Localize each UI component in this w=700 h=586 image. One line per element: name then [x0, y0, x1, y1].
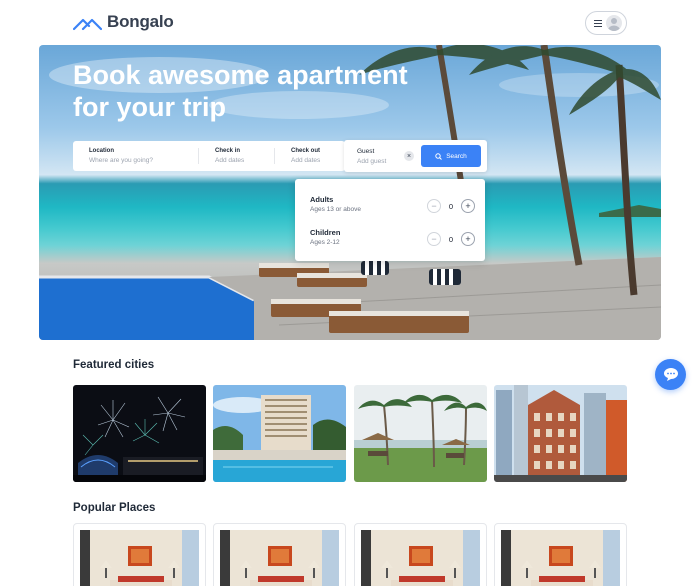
city-image-fireworks [73, 385, 206, 482]
place-card[interactable] [494, 523, 627, 586]
place-card[interactable] [213, 523, 346, 586]
chat-button[interactable] [655, 359, 686, 390]
adults-increment-button[interactable]: + [461, 199, 475, 213]
logo-text: Bongalo [107, 12, 174, 31]
search-button-label: Search [446, 152, 467, 160]
hero-title: Book awesome apartment for your trip [73, 60, 408, 122]
checkin-label: Check in [215, 148, 241, 154]
featured-cities-title: Featured cities [73, 359, 155, 371]
children-stepper: − 0 + [427, 232, 475, 246]
location-field[interactable]: Location Where are you going? [73, 141, 198, 171]
page: Bongalo Book awesome apartment for your … [0, 0, 700, 586]
user-avatar-icon [606, 15, 622, 31]
adults-stepper: − 0 + [427, 199, 475, 213]
place-card[interactable] [354, 523, 487, 586]
city-card[interactable] [73, 385, 206, 482]
adults-decrement-button[interactable]: − [427, 199, 441, 213]
children-count: 0 [448, 234, 454, 244]
location-placeholder: Where are you going? [89, 157, 153, 164]
popular-places-title: Popular Places [73, 502, 156, 514]
checkout-placeholder: Add dates [291, 157, 321, 164]
search-button[interactable]: Search [421, 145, 481, 167]
top-header: Bongalo [0, 0, 700, 45]
search-bar: Location Where are you going? Check in A… [73, 141, 345, 171]
children-row: Children Ages 2-12 − 0 + [310, 228, 475, 258]
logo-icon [73, 18, 102, 31]
checkout-field[interactable]: Check out Add dates [275, 141, 345, 171]
children-decrement-button[interactable]: − [427, 232, 441, 246]
adults-row: Adults Ages 13 or above − 0 + [310, 195, 475, 225]
city-card[interactable] [213, 385, 346, 482]
user-menu-button[interactable] [585, 11, 627, 35]
city-card[interactable] [494, 385, 627, 482]
search-icon [435, 152, 443, 160]
checkin-field[interactable]: Check in Add dates [199, 141, 274, 171]
location-label: Location [89, 148, 114, 154]
guest-placeholder: Add guest [357, 158, 387, 165]
logo[interactable]: Bongalo [73, 12, 174, 32]
clear-guest-icon[interactable]: × [404, 151, 414, 161]
chat-bubble-icon [663, 368, 678, 381]
city-card[interactable] [354, 385, 487, 482]
adults-count: 0 [448, 201, 454, 211]
guest-field[interactable]: Guest Add guest × Search [344, 140, 487, 172]
city-image-hotel-pool [213, 385, 346, 482]
city-image-beach-palms [354, 385, 487, 482]
checkout-label: Check out [291, 148, 321, 154]
guest-dropdown: Adults Ages 13 or above − 0 + Children A… [295, 179, 485, 261]
children-increment-button[interactable]: + [461, 232, 475, 246]
city-image-buildings [494, 385, 627, 482]
hamburger-icon [594, 19, 602, 27]
place-image [80, 530, 199, 586]
checkin-placeholder: Add dates [215, 157, 245, 164]
place-card[interactable] [73, 523, 206, 586]
place-image [501, 530, 620, 586]
place-image [361, 530, 480, 586]
place-image [220, 530, 339, 586]
guest-label: Guest [357, 148, 375, 155]
